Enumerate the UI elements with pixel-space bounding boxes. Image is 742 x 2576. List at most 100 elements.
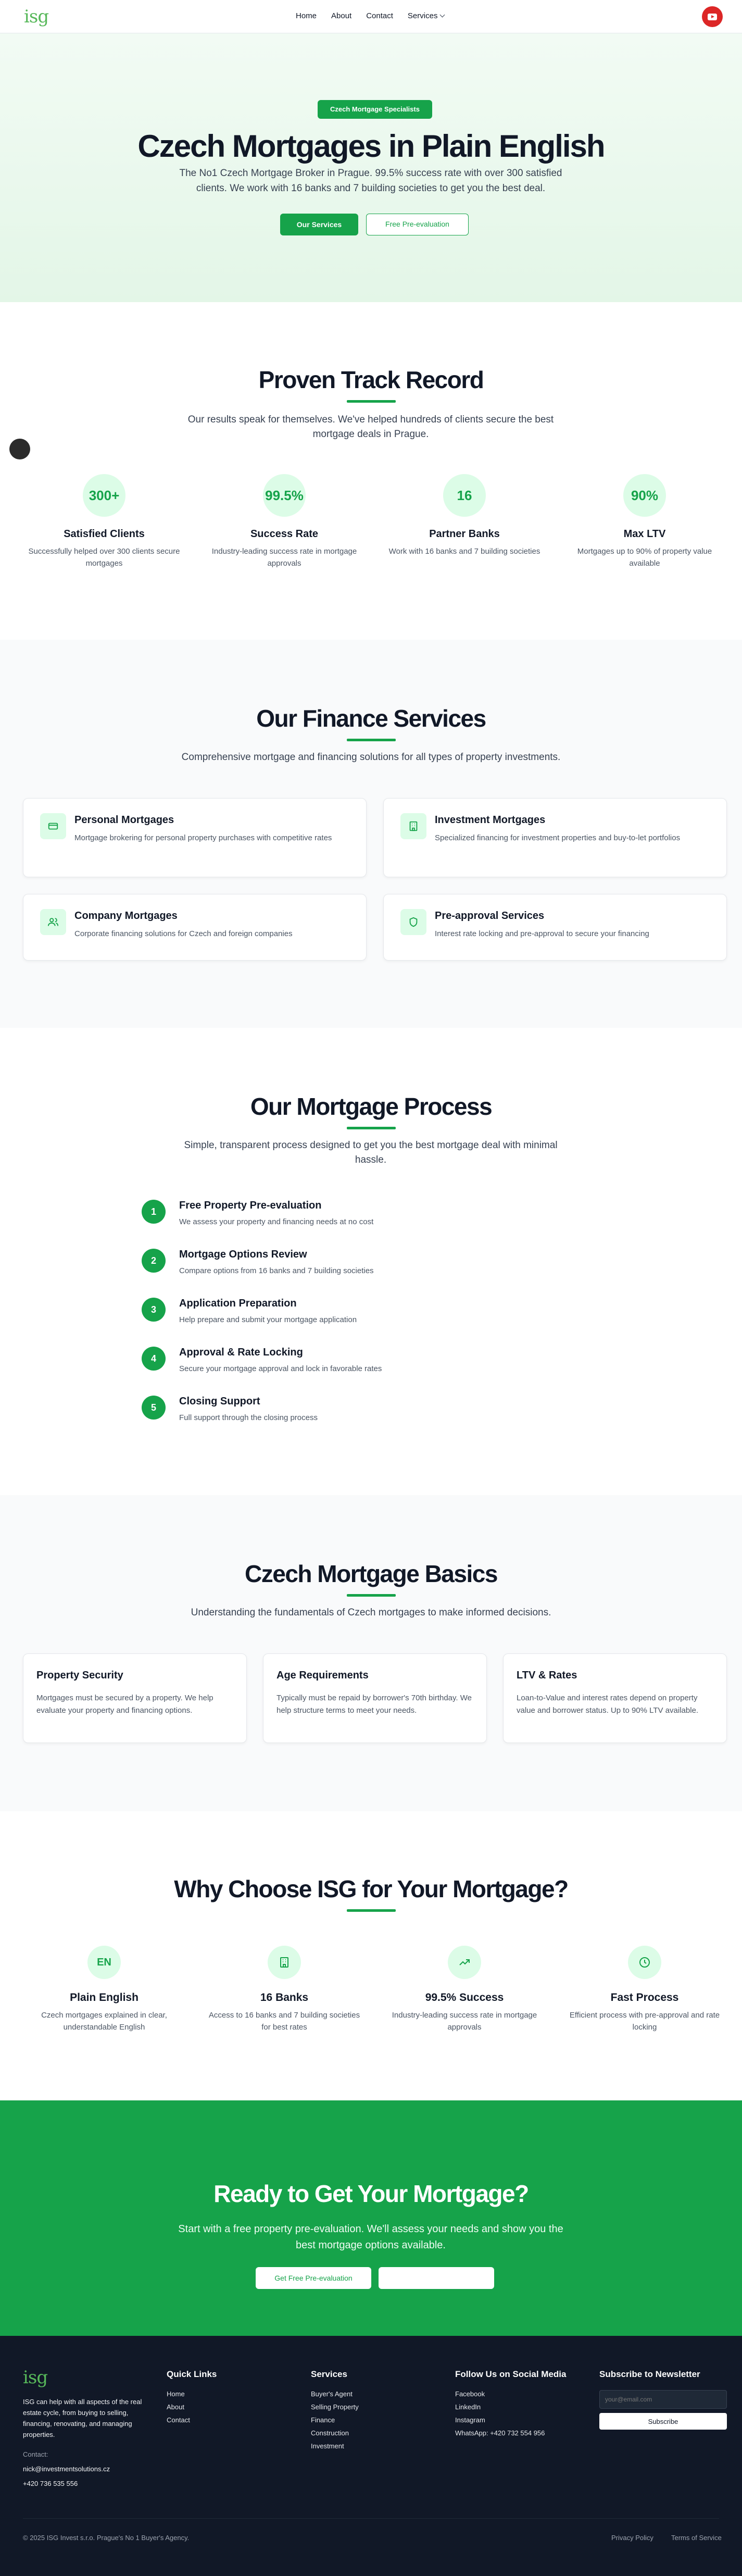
building-icon: [400, 813, 426, 839]
hero-badge: Czech Mortgage Specialists: [318, 100, 432, 119]
process-step: 2 Mortgage Options Review Compare option…: [142, 1249, 610, 1280]
nav-about[interactable]: About: [331, 11, 351, 20]
service-title: Company Mortgages: [74, 910, 178, 922]
nav-home[interactable]: Home: [296, 11, 317, 20]
footer-link-construction[interactable]: Construction: [311, 2429, 359, 2437]
site-footer: isg ISG can help with all aspects of the…: [0, 2336, 742, 2576]
footer-link-facebook[interactable]: Facebook: [455, 2390, 566, 2398]
floating-widget-button[interactable]: [9, 439, 30, 459]
process-subtitle: Simple, transparent process designed to …: [184, 1140, 558, 1165]
footer-logo[interactable]: isg: [23, 2367, 48, 2388]
stat-title: Partner Banks: [429, 528, 500, 540]
footer-link-investment[interactable]: Investment: [311, 2442, 359, 2450]
footer-contact-label: Contact:: [23, 2450, 48, 2458]
why-item-desc: Efficient process with pre-approval and …: [569, 2011, 720, 2032]
trend-up-icon: [448, 1946, 481, 1979]
footer-link-whatsapp[interactable]: WhatsApp: +420 732 554 956: [455, 2429, 566, 2437]
process-step: 4 Approval & Rate Locking Secure your mo…: [142, 1347, 610, 1378]
footer-link-home[interactable]: Home: [167, 2390, 217, 2398]
main-nav: Home About Contact Services: [296, 11, 445, 20]
youtube-button[interactable]: [702, 6, 723, 27]
why-item-title: 99.5% Success: [425, 1992, 504, 2003]
process-section: Our Mortgage Process Simple, transparent…: [0, 1028, 742, 1495]
step-desc: Compare options from 16 banks and 7 buil…: [179, 1266, 374, 1275]
why-item-title: Plain English: [70, 1992, 139, 2003]
step-title: Mortgage Options Review: [179, 1249, 307, 1260]
footer-link-contact[interactable]: Contact: [167, 2416, 217, 2424]
why-item-desc: Access to 16 banks and 7 building societ…: [208, 2011, 360, 2032]
process-step: 3 Application Preparation Help prepare a…: [142, 1298, 610, 1329]
cta-secondary-button[interactable]: [379, 2267, 494, 2289]
footer-link-linkedin[interactable]: LinkedIn: [455, 2403, 566, 2411]
why-title: Why Choose ISG for Your Mortgage?: [174, 1875, 569, 1902]
step-desc: Secure your mortgage approval and lock i…: [179, 1364, 382, 1373]
service-title: Personal Mortgages: [74, 814, 174, 826]
basics-card-title: Age Requirements: [276, 1670, 369, 1681]
footer-link-buyers-agent[interactable]: Buyer's Agent: [311, 2390, 359, 2398]
why-item-english: EN Plain English Czech mortgages explain…: [26, 1946, 182, 2033]
service-card-preapproval[interactable]: Pre-approval Services Interest rate lock…: [383, 894, 727, 961]
shield-icon: [400, 909, 426, 935]
stat-title: Success Rate: [250, 528, 319, 540]
step-title: Application Preparation: [179, 1298, 297, 1309]
footer-copyright: © 2025 ISG Invest s.r.o. Prague's No 1 B…: [23, 2534, 190, 2542]
why-item-desc: Czech mortgages explained in clear, unde…: [41, 2011, 167, 2032]
nav-services-label: Services: [407, 11, 438, 20]
newsletter-email-input[interactable]: [599, 2390, 727, 2409]
subscribe-button[interactable]: Subscribe: [599, 2413, 727, 2430]
basics-card-age: Age Requirements Typically must be repai…: [263, 1653, 487, 1743]
stat-title: Satisfied Clients: [64, 528, 145, 540]
why-item-title: Fast Process: [610, 1992, 679, 2003]
get-free-pre-evaluation-button[interactable]: Get Free Pre-evaluation: [256, 2267, 371, 2289]
footer-link-about[interactable]: About: [167, 2403, 217, 2411]
stat-partner-banks: 16 Partner Banks Work with 16 banks and …: [386, 474, 543, 557]
why-item-title: 16 Banks: [260, 1992, 309, 2003]
title-underline: [347, 1127, 396, 1129]
logo[interactable]: isg: [24, 6, 49, 27]
services-title: Our Finance Services: [256, 705, 486, 732]
our-services-button[interactable]: Our Services: [280, 214, 358, 235]
step-desc: Help prepare and submit your mortgage ap…: [179, 1315, 357, 1324]
stat-success-rate: 99.5% Success Rate Industry-leading succ…: [206, 474, 362, 569]
track-record-title: Proven Track Record: [258, 366, 484, 393]
basics-card-desc: Mortgages must be secured by a property.…: [36, 1694, 213, 1715]
process-step: 1 Free Property Pre-evaluation We assess…: [142, 1200, 610, 1231]
hero-title: Czech Mortgages in Plain English: [137, 129, 605, 164]
process-title: Our Mortgage Process: [250, 1093, 493, 1120]
nav-services[interactable]: Services: [408, 11, 445, 20]
youtube-icon: [708, 13, 717, 20]
service-desc: Interest rate locking and pre-approval t…: [435, 929, 649, 938]
footer-link-finance[interactable]: Finance: [311, 2416, 359, 2424]
service-card-company[interactable]: Company Mortgages Corporate financing so…: [23, 894, 367, 961]
nav-contact[interactable]: Contact: [366, 11, 393, 20]
basics-card-desc: Typically must be repaid by borrower's 7…: [276, 1694, 472, 1715]
basics-card-title: Property Security: [36, 1670, 123, 1681]
step-number: 1: [142, 1200, 166, 1224]
stat-desc: Mortgages up to 90% of property value av…: [577, 547, 712, 568]
free-pre-evaluation-button[interactable]: Free Pre-evaluation: [366, 214, 469, 235]
stat-value: 90%: [623, 474, 666, 517]
service-card-personal[interactable]: Personal Mortgages Mortgage brokering fo…: [23, 798, 367, 877]
stat-clients: 300+ Satisfied Clients Successfully help…: [26, 474, 182, 569]
footer-email[interactable]: nick@investmentsolutions.cz: [23, 2465, 110, 2473]
why-section: Why Choose ISG for Your Mortgage? EN Pla…: [0, 1811, 742, 2100]
why-item-banks: 16 Banks Access to 16 banks and 7 buildi…: [206, 1946, 362, 2033]
privacy-policy-link[interactable]: Privacy Policy: [611, 2534, 653, 2542]
step-title: Closing Support: [179, 1396, 260, 1407]
footer-services: Services Buyer's Agent Selling Property …: [311, 2369, 359, 2455]
basics-section: Czech Mortgage Basics Understanding the …: [0, 1495, 742, 1811]
footer-newsletter: Subscribe to Newsletter Subscribe: [599, 2369, 742, 2430]
step-number: 3: [142, 1298, 166, 1322]
footer-link-instagram[interactable]: Instagram: [455, 2416, 566, 2424]
chevron-down-icon: [440, 12, 445, 18]
bank-icon: [268, 1946, 301, 1979]
footer-phone[interactable]: +420 736 535 556: [23, 2480, 78, 2487]
en-icon: EN: [87, 1946, 121, 1979]
footer-link-selling[interactable]: Selling Property: [311, 2403, 359, 2411]
service-card-investment[interactable]: Investment Mortgages Specialized financi…: [383, 798, 727, 877]
why-item-desc: Industry-leading success rate in mortgag…: [392, 2011, 537, 2032]
clock-icon: [628, 1946, 661, 1979]
cta-subtitle: Start with a free property pre-evaluatio…: [178, 2223, 563, 2251]
terms-of-service-link[interactable]: Terms of Service: [671, 2534, 722, 2542]
services-subtitle: Comprehensive mortgage and financing sol…: [181, 752, 561, 763]
